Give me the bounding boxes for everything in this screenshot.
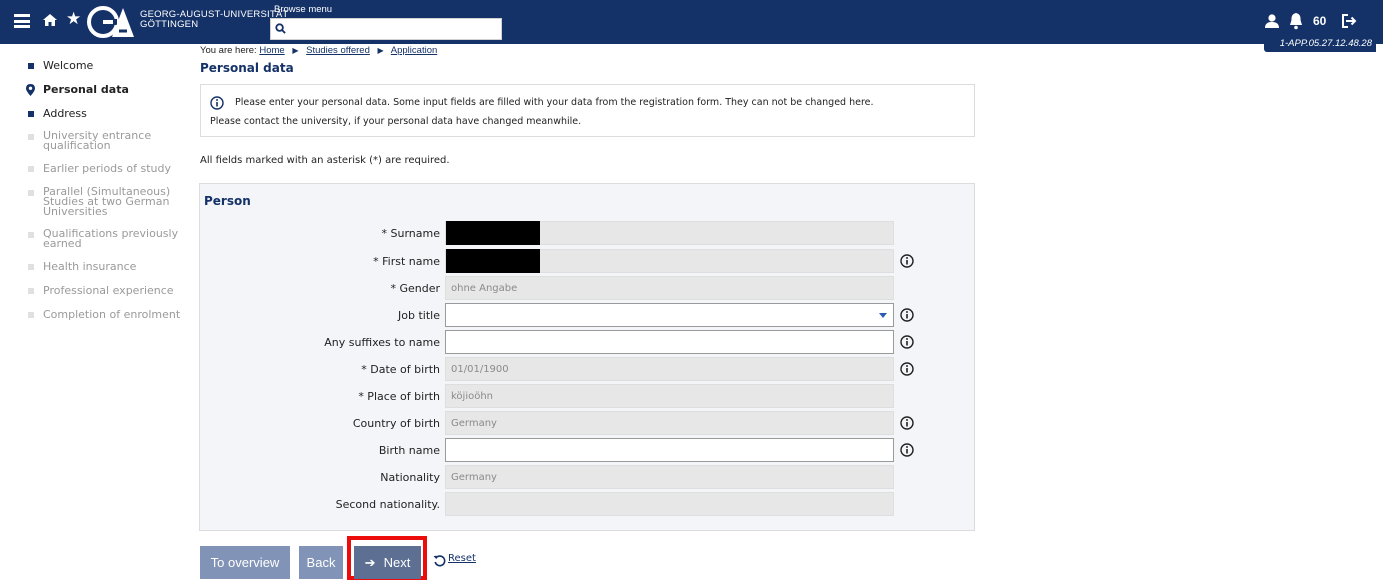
birth-name-row: Birth name bbox=[200, 438, 976, 462]
section-title: Person bbox=[204, 194, 251, 208]
info-text-line2: Please contact the university, if your p… bbox=[210, 116, 582, 127]
country-of-birth-row: Country of birth Germany bbox=[200, 411, 976, 435]
notification-bell-icon[interactable] bbox=[1288, 12, 1304, 30]
info-icon bbox=[210, 96, 224, 110]
first-name-label: * First name bbox=[373, 255, 440, 268]
step-todo-marker-icon bbox=[28, 288, 34, 294]
person-form-panel: Person * Surname * First name * Gender o… bbox=[199, 183, 975, 531]
logo-text-line2: GÖTTINGEN bbox=[140, 19, 199, 30]
info-icon[interactable] bbox=[900, 362, 914, 376]
menu-search-input[interactable] bbox=[270, 18, 502, 40]
redaction-box bbox=[446, 249, 540, 273]
next-button[interactable]: ➔ Next bbox=[354, 546, 421, 579]
step-navigation: Welcome Personal data Address University… bbox=[26, 60, 186, 320]
step-todo-marker-icon bbox=[28, 232, 34, 238]
sidebar-item-university-entrance-qualification[interactable]: University entrance qualification bbox=[26, 130, 186, 151]
logout-icon[interactable] bbox=[1340, 12, 1357, 30]
job-title-select[interactable] bbox=[445, 303, 894, 327]
sidebar-item-parallel-studies[interactable]: Parallel (Simultaneous) Studies at two G… bbox=[26, 186, 186, 217]
favorites-star-icon[interactable]: ★ bbox=[66, 9, 81, 29]
info-icon[interactable] bbox=[900, 335, 914, 349]
gender-label: * Gender bbox=[390, 282, 440, 295]
version-label: 1-APP.05.27.12.48.28 bbox=[1264, 36, 1376, 52]
reset-link[interactable]: Reset bbox=[448, 553, 476, 564]
birth-name-input[interactable] bbox=[445, 438, 894, 462]
step-done-marker-icon bbox=[28, 111, 34, 117]
gender-row: * Gender ohne Angabe bbox=[200, 276, 976, 300]
sidebar-item-health-insurance[interactable]: Health insurance bbox=[26, 261, 186, 272]
date-of-birth-row: * Date of birth 01/01/1900 bbox=[200, 357, 976, 381]
job-title-row: Job title bbox=[200, 303, 976, 327]
sidebar-item-earlier-periods-of-study[interactable]: Earlier periods of study bbox=[26, 163, 186, 174]
place-of-birth-field: köjioöhn bbox=[445, 384, 894, 408]
arrow-right-icon: ➔ bbox=[364, 555, 376, 570]
info-message-box: Please enter your personal data. Some in… bbox=[200, 84, 975, 137]
second-nationality-field bbox=[445, 492, 894, 516]
place-of-birth-label: * Place of birth bbox=[358, 390, 440, 403]
sidebar-item-welcome[interactable]: Welcome bbox=[26, 60, 186, 71]
step-done-marker-icon bbox=[28, 63, 34, 69]
sidebar-item-completion-of-enrolment[interactable]: Completion of enrolment bbox=[26, 309, 186, 320]
sidebar-item-personal-data[interactable]: Personal data bbox=[26, 84, 186, 96]
info-icon[interactable] bbox=[900, 254, 914, 268]
country-of-birth-field: Germany bbox=[445, 411, 894, 435]
back-button[interactable]: Back bbox=[299, 546, 343, 579]
step-todo-marker-icon bbox=[28, 134, 34, 140]
date-of-birth-field: 01/01/1900 bbox=[445, 357, 894, 381]
info-icon[interactable] bbox=[900, 308, 914, 322]
first-name-row: * First name bbox=[200, 249, 976, 273]
step-todo-marker-icon bbox=[28, 166, 34, 172]
browse-menu-label: Browse menu bbox=[274, 4, 333, 15]
second-nationality-row: Second nationality. bbox=[200, 492, 976, 516]
birth-name-label: Birth name bbox=[378, 444, 440, 457]
suffixes-row: Any suffixes to name bbox=[200, 330, 976, 354]
ga-logo-icon bbox=[87, 6, 134, 38]
chevron-right-icon: ▶ bbox=[292, 46, 299, 55]
breadcrumb-application-link[interactable]: Application bbox=[391, 45, 437, 56]
nationality-field: Germany bbox=[445, 465, 894, 489]
breadcrumb-studies-link[interactable]: Studies offered bbox=[306, 45, 370, 56]
location-pin-icon bbox=[26, 84, 35, 96]
to-overview-button[interactable]: To overview bbox=[200, 546, 290, 579]
step-todo-marker-icon bbox=[28, 190, 34, 196]
info-text-line1: Please enter your personal data. Some in… bbox=[235, 97, 874, 108]
suffixes-label: Any suffixes to name bbox=[324, 336, 440, 349]
sidebar-item-qualifications-previously-earned[interactable]: Qualifications previously earned bbox=[26, 228, 186, 249]
breadcrumb-home-link[interactable]: Home bbox=[259, 45, 284, 56]
top-bar: ★ GEORG-AUGUST-UNIVERSITÄT GÖTTINGEN Bro… bbox=[0, 0, 1383, 44]
surname-row: * Surname bbox=[200, 221, 976, 245]
home-icon[interactable] bbox=[42, 12, 58, 28]
step-todo-marker-icon bbox=[28, 312, 34, 318]
hamburger-menu-icon[interactable] bbox=[14, 14, 30, 28]
sidebar-item-professional-experience[interactable]: Professional experience bbox=[26, 285, 186, 296]
session-counter: 60 bbox=[1313, 14, 1327, 28]
search-icon bbox=[275, 23, 286, 34]
job-title-label: Job title bbox=[398, 309, 440, 322]
chevron-right-icon: ▶ bbox=[377, 46, 384, 55]
user-icon[interactable] bbox=[1264, 13, 1280, 29]
info-icon[interactable] bbox=[900, 443, 914, 457]
redaction-box bbox=[446, 221, 540, 245]
country-of-birth-label: Country of birth bbox=[352, 417, 440, 430]
place-of-birth-row: * Place of birth köjioöhn bbox=[200, 384, 976, 408]
suffixes-input[interactable] bbox=[445, 330, 894, 354]
second-nationality-label: Second nationality. bbox=[335, 498, 440, 511]
info-icon[interactable] bbox=[900, 416, 914, 430]
university-logo[interactable]: GEORG-AUGUST-UNIVERSITÄT GÖTTINGEN bbox=[86, 5, 288, 39]
nationality-label: Nationality bbox=[380, 471, 440, 484]
date-of-birth-label: * Date of birth bbox=[361, 363, 440, 376]
nationality-row: Nationality Germany bbox=[200, 465, 976, 489]
step-todo-marker-icon bbox=[28, 264, 34, 270]
gender-field: ohne Angabe bbox=[445, 276, 894, 300]
chevron-down-icon[interactable] bbox=[879, 313, 887, 318]
breadcrumb: You are here: Home ▶ Studies offered ▶ A… bbox=[200, 45, 437, 56]
sidebar-item-address[interactable]: Address bbox=[26, 108, 186, 119]
breadcrumb-prefix: You are here: bbox=[200, 45, 257, 56]
required-fields-note: All fields marked with an asterisk (*) a… bbox=[200, 155, 450, 166]
reset-icon[interactable] bbox=[433, 554, 446, 567]
page-title: Personal data bbox=[200, 61, 294, 75]
surname-label: * Surname bbox=[381, 227, 440, 240]
next-button-label: Next bbox=[383, 555, 411, 570]
